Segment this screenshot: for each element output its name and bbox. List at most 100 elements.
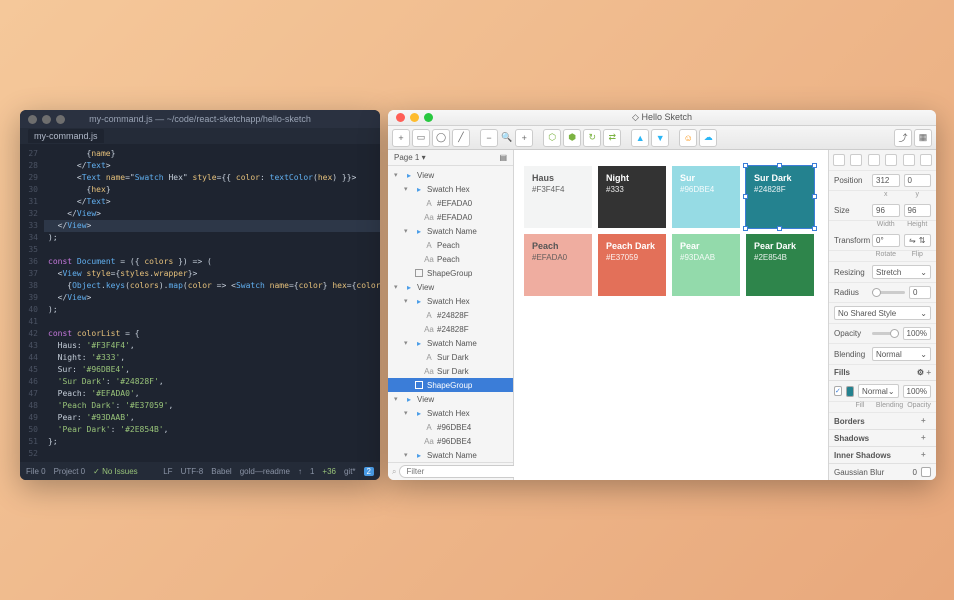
zoom-out-button[interactable]: − (480, 129, 498, 147)
align-top-button[interactable] (885, 154, 897, 166)
align-left-button[interactable] (833, 154, 845, 166)
add-inner-shadow-button[interactable]: + (921, 450, 931, 460)
editor-body[interactable]: 2728293031323334353637383940414243444546… (20, 144, 380, 462)
group-button[interactable]: ⬡ (543, 129, 561, 147)
swatch[interactable]: Pear Dark#2E854B (746, 234, 814, 296)
align-right-button[interactable] (868, 154, 880, 166)
gear-icon[interactable]: ⚙ (917, 368, 924, 377)
add-border-button[interactable]: + (921, 416, 931, 426)
page-name[interactable]: Page 1 (394, 153, 419, 162)
layer-row[interactable]: ASur Dark (388, 350, 513, 364)
swatch[interactable]: Night#333 (598, 166, 666, 228)
mirror-button[interactable]: ☺ (679, 129, 697, 147)
status-gold-readme[interactable]: gold—readme (240, 467, 290, 476)
position-y-field[interactable]: 0 (904, 174, 932, 187)
blending-select[interactable]: Normal⌄ (872, 347, 931, 361)
borders-section[interactable]: Borders+ (829, 413, 936, 430)
shape-line-button[interactable]: ╱ (452, 129, 470, 147)
fill-checkbox[interactable]: ✓ (834, 386, 842, 396)
add-fill-button[interactable]: + (926, 368, 931, 377)
fill-blend-select[interactable]: Normal⌄ (858, 384, 898, 398)
layer-panel-header[interactable]: Page 1 ▾ ▤ (388, 150, 513, 166)
code-area[interactable]: {name} </Text> <Text name="Swatch Hex" s… (44, 144, 380, 462)
fill-opacity-field[interactable]: 100% (903, 385, 931, 398)
zoom-in-button[interactable]: + (515, 129, 533, 147)
layer-row[interactable]: A#24828F (388, 308, 513, 322)
align-middle-button[interactable] (903, 154, 915, 166)
flip-buttons[interactable]: ⇋⇅ (904, 234, 932, 247)
radius-slider[interactable] (872, 291, 905, 294)
shape-oval-button[interactable]: ◯ (432, 129, 450, 147)
status-file[interactable]: File 0 (26, 467, 46, 476)
layer-row[interactable]: ▾▸Swatch Name (388, 336, 513, 350)
canvas[interactable]: Haus#F3F4F4Night#333Sur#96DBE4Sur Dark#2… (514, 150, 828, 480)
status-line-ending[interactable]: LF (163, 467, 172, 476)
inner-shadows-section[interactable]: Inner Shadows+ (829, 447, 936, 464)
layer-row[interactable]: A#96DBE4 (388, 420, 513, 434)
shared-style-select[interactable]: No Shared Style⌄ (834, 306, 931, 320)
rotate-button[interactable]: ↻ (583, 129, 601, 147)
gaussian-checkbox[interactable] (921, 467, 931, 477)
resizing-select[interactable]: Stretch⌄ (872, 265, 931, 279)
shadows-section[interactable]: Shadows+ (829, 430, 936, 447)
ungroup-button[interactable]: ⬢ (563, 129, 581, 147)
layer-tree[interactable]: ▾▸View▾▸Swatch HexA#EFADA0Aa#EFADA0▾▸Swa… (388, 166, 513, 462)
filter-input[interactable] (399, 465, 531, 478)
rotate-field[interactable]: 0° (872, 234, 900, 247)
editor-tab[interactable]: my-command.js (28, 129, 104, 143)
layer-row[interactable]: ▾▸View (388, 280, 513, 294)
flip-button[interactable]: ⇄ (603, 129, 621, 147)
status-issues[interactable]: ✓ No Issues (93, 467, 138, 476)
layer-row[interactable]: Aa#24828F (388, 322, 513, 336)
swatch[interactable]: Sur Dark#24828F (746, 166, 814, 228)
view-button[interactable]: ▦ (914, 129, 932, 147)
swatch[interactable]: Sur#96DBE4 (672, 166, 740, 228)
layer-row[interactable]: ShapeGroup (388, 266, 513, 280)
fills-section[interactable]: Fills ⚙ + (829, 365, 936, 381)
layer-row[interactable]: ▾▸View (388, 168, 513, 182)
insert-button[interactable]: + (392, 129, 410, 147)
layer-row[interactable]: ▾▸Swatch Hex (388, 294, 513, 308)
export-button[interactable]: ⤴ (894, 129, 912, 147)
layer-row[interactable]: ▾▸View (388, 392, 513, 406)
opacity-slider[interactable] (872, 332, 899, 335)
layer-row[interactable]: Aa#96DBE4 (388, 434, 513, 448)
status-syntax[interactable]: Babel (211, 467, 231, 476)
layer-row[interactable]: APeach (388, 238, 513, 252)
layer-row[interactable]: ShapeGroup (388, 378, 513, 392)
layer-row[interactable]: ▾▸Swatch Hex (388, 182, 513, 196)
radius-field[interactable]: 0 (909, 286, 931, 299)
shape-rect-button[interactable]: ▭ (412, 129, 430, 147)
fill-color-swatch[interactable] (846, 386, 854, 397)
swatch[interactable]: Pear#93DAAB (672, 234, 740, 296)
layer-row[interactable]: ▾▸Swatch Hex (388, 406, 513, 420)
status-linter[interactable]: 2 (364, 467, 374, 476)
cloud-button[interactable]: ☁ (699, 129, 717, 147)
layer-row[interactable]: AaSur Dark (388, 364, 513, 378)
layer-row[interactable]: A#EFADA0 (388, 196, 513, 210)
swatch[interactable]: Peach#EFADA0 (524, 234, 592, 296)
status-project[interactable]: Project 0 (54, 467, 86, 476)
swatch[interactable]: Haus#F3F4F4 (524, 166, 592, 228)
layer-row[interactable]: Aa#EFADA0 (388, 210, 513, 224)
align-bottom-button[interactable] (920, 154, 932, 166)
status-git-changes[interactable]: +36 (322, 467, 336, 476)
status-git-up[interactable]: 1 (310, 467, 314, 476)
sketch-titlebar[interactable]: ◇ Hello Sketch (388, 110, 936, 126)
swatch[interactable]: Peach Dark#E37059 (598, 234, 666, 296)
width-field[interactable]: 96 (872, 204, 900, 217)
status-encoding[interactable]: UTF-8 (181, 467, 204, 476)
forward-button[interactable]: ▲ (631, 129, 649, 147)
position-x-field[interactable]: 312 (872, 174, 900, 187)
layer-row[interactable]: ▾▸Swatch Name (388, 448, 513, 462)
status-git-branch[interactable]: git* (344, 467, 356, 476)
align-center-button[interactable] (850, 154, 862, 166)
page-menu-icon[interactable]: ▤ (499, 153, 507, 162)
backward-button[interactable]: ▼ (651, 129, 669, 147)
add-shadow-button[interactable]: + (921, 433, 931, 443)
height-field[interactable]: 96 (904, 204, 932, 217)
layer-row[interactable]: AaPeach (388, 252, 513, 266)
opacity-field[interactable]: 100% (903, 327, 931, 340)
layer-row[interactable]: ▾▸Swatch Name (388, 224, 513, 238)
editor-titlebar[interactable]: my-command.js — ~/code/react-sketchapp/h… (20, 110, 380, 128)
